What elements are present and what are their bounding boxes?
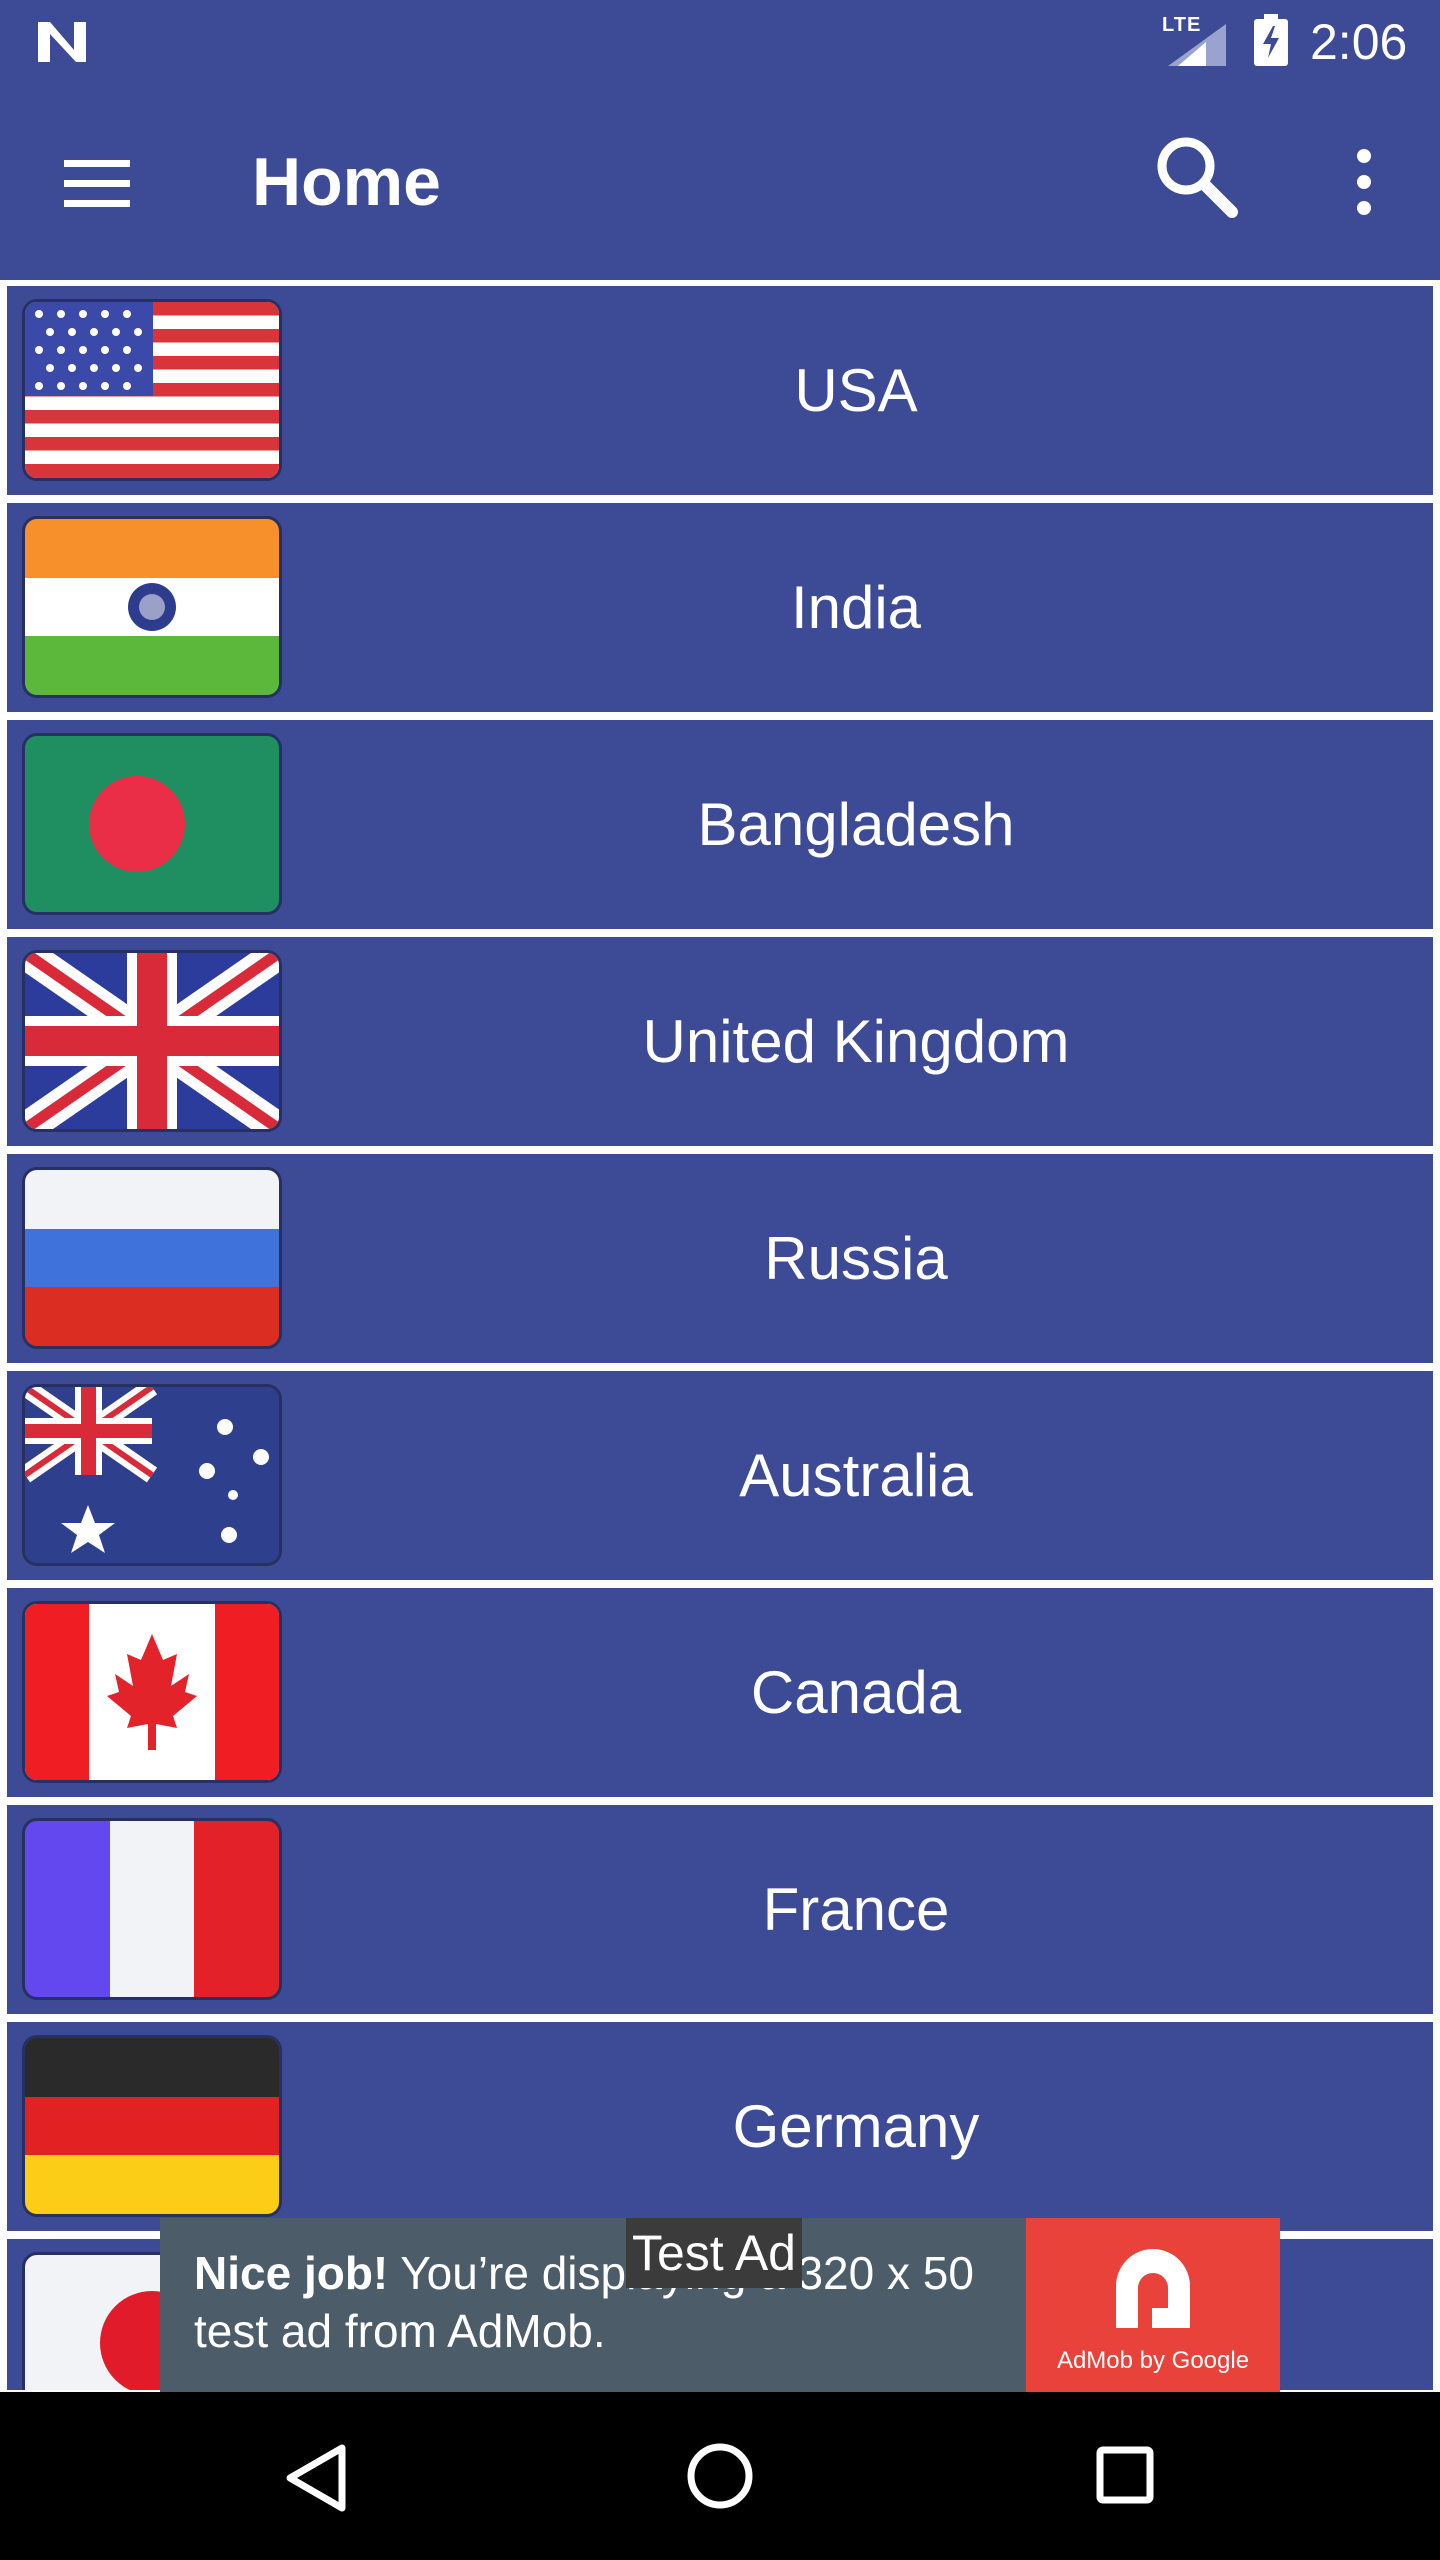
country-name: Bangladesh [697, 791, 1015, 858]
overflow-menu-icon[interactable] [1336, 142, 1392, 222]
notification-n-icon [38, 22, 86, 62]
admob-caption: AdMob by Google [1056, 2347, 1250, 2374]
country-name: USA [794, 357, 918, 424]
russia-flag-icon [25, 1170, 279, 1346]
india-flag-icon [25, 519, 279, 695]
app-bar: Home [0, 84, 1440, 280]
ad-headline: Nice job! [194, 2247, 389, 2299]
status-bar: LTE 2:06 [0, 0, 1440, 84]
country-row-france[interactable]: France [7, 1805, 1433, 2014]
country-name: India [790, 574, 922, 641]
back-icon[interactable] [282, 2442, 350, 2514]
country-name: Australia [739, 1442, 973, 1509]
home-icon[interactable] [686, 2442, 754, 2510]
country-row-canada[interactable]: Canada [7, 1588, 1433, 1797]
germany-flag-icon [25, 2038, 279, 2214]
country-row-usa[interactable]: USA [7, 286, 1433, 495]
country-row-russia[interactable]: Russia [7, 1154, 1433, 1363]
test-ad-label: Test Ad [626, 2218, 802, 2288]
canada-flag-icon [25, 1604, 279, 1780]
admob-logo-icon [1116, 2249, 1190, 2328]
page-title: Home [252, 144, 441, 220]
country-row-germany[interactable]: Germany [7, 2022, 1433, 2231]
admob-logo: AdMob by Google [1026, 2218, 1280, 2392]
recents-icon[interactable] [1096, 2446, 1154, 2504]
battery-charging-icon [1254, 14, 1288, 66]
bangladesh-flag-icon [25, 736, 279, 912]
system-nav-bar [0, 2392, 1440, 2560]
country-name: Russia [764, 1225, 948, 1292]
country-row-united-kingdom[interactable]: United Kingdom [7, 937, 1433, 1146]
country-name: United Kingdom [642, 1008, 1070, 1075]
country-name: France [762, 1876, 950, 1943]
country-name: Canada [750, 1659, 962, 1726]
australia-flag-icon [25, 1387, 279, 1563]
search-icon[interactable] [1148, 130, 1244, 226]
country-list[interactable]: USA India Bangladesh United Kingdom Russ… [0, 282, 1440, 2390]
ad-message: Nice job! You’re displaying a 320 x 50 t… [194, 2244, 1014, 2360]
menu-icon[interactable] [54, 146, 140, 220]
uk-flag-icon [25, 953, 279, 1129]
usa-flag-icon [25, 302, 279, 478]
country-row-australia[interactable]: Australia [7, 1371, 1433, 1580]
ad-banner[interactable]: Nice job! You’re displaying a 320 x 50 t… [160, 2218, 1280, 2392]
france-flag-icon [25, 1821, 279, 1997]
country-row-bangladesh[interactable]: Bangladesh [7, 720, 1433, 929]
country-row-india[interactable]: India [7, 503, 1433, 712]
status-time: 2:06 [1310, 14, 1408, 70]
cell-signal-icon [1168, 24, 1226, 66]
country-name: Germany [732, 2093, 980, 2160]
